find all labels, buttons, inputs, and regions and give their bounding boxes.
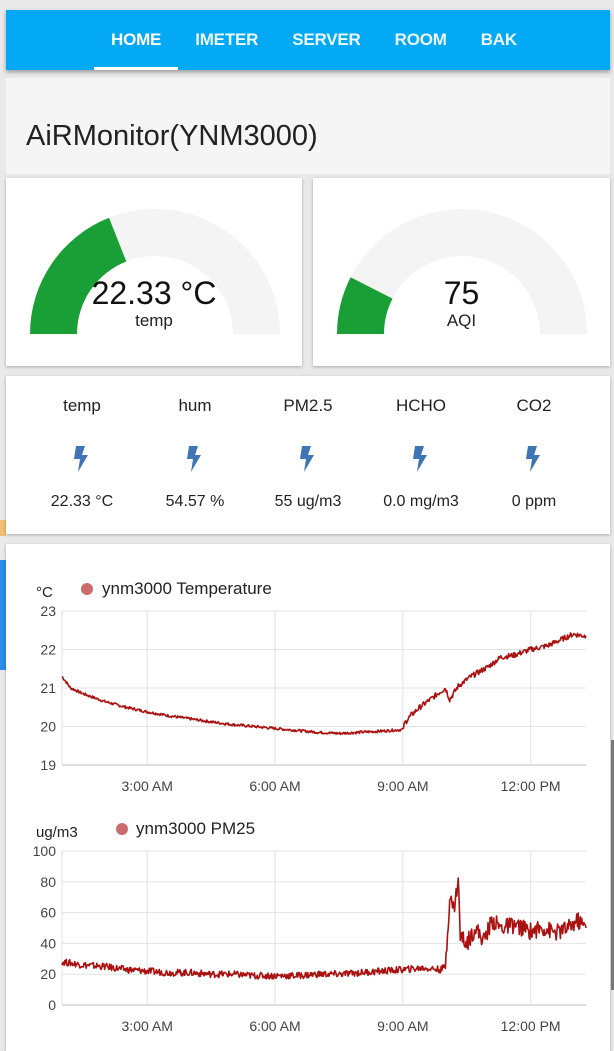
title-panel: AiRMonitor(YNM3000) xyxy=(6,78,610,174)
y-tick-label: 100 xyxy=(33,843,57,859)
sensor-name: HCHO xyxy=(395,396,447,415)
series-line xyxy=(61,877,587,980)
page-title: AiRMonitor(YNM3000) xyxy=(26,120,318,152)
charts-card: °C ynm3000 Temperature ug/m3 ynm3000 PM2… xyxy=(6,544,610,1051)
lightning-icon xyxy=(187,446,201,472)
aqi-gauge-card: 75 AQI xyxy=(313,178,610,366)
y-tick-label: 60 xyxy=(40,905,56,921)
sensor-value: 0 ppm xyxy=(511,493,557,510)
lightning-icon xyxy=(413,446,427,472)
nav-tabs: HOME IMETER SERVER ROOM BAK xyxy=(94,10,534,70)
lightning-icon xyxy=(300,446,314,472)
sensor-co2[interactable]: CO2 0 ppm xyxy=(474,376,594,534)
sensor-temp[interactable]: temp 22.33 °C xyxy=(22,376,142,534)
sensor-pm25[interactable]: PM2.5 55 ug/m3 xyxy=(248,376,368,534)
lightning-icon xyxy=(74,446,88,472)
tab-server[interactable]: SERVER xyxy=(275,10,377,70)
charts-svg: 19202122233:00 AM 6:00 AM 9:00 AM 12:00 PM … xyxy=(33,603,587,1034)
y-tick-label: 23 xyxy=(40,603,56,619)
gauge-label: AQI xyxy=(446,311,477,330)
x-tick-label: 9:00 AM xyxy=(377,1018,428,1034)
x-tick-label: 6:00 AM xyxy=(249,778,300,794)
temperature-chart[interactable]: 19 20 21 22 23 3:00 AM 6:00 AM 9:00 AM 12:00 PM xyxy=(40,603,587,794)
sensor-value: 54.57 % xyxy=(165,493,225,510)
gauge-value: 75 xyxy=(443,275,480,311)
y-tick-label: 20 xyxy=(40,966,56,982)
tab-room[interactable]: ROOM xyxy=(378,10,464,70)
top-navigation-bar: HOME IMETER SERVER ROOM BAK xyxy=(6,10,610,70)
x-tick-label: 6:00 AM xyxy=(249,1018,300,1034)
sensor-name: CO2 xyxy=(516,396,552,415)
tab-home[interactable]: HOME xyxy=(94,10,179,70)
x-tick-label: 3:00 AM xyxy=(122,1018,173,1034)
sensor-value: 22.33 °C xyxy=(50,493,114,510)
y-tick-label: 21 xyxy=(40,680,56,696)
sensor-value: 0.0 mg/m3 xyxy=(383,493,459,510)
sensor-hcho[interactable]: HCHO 0.0 mg/m3 xyxy=(361,376,481,534)
sensor-readings-card: temp 22.33 °C hum 54.57 % PM2.5 55 ug/m3… xyxy=(6,376,610,534)
pm25-chart[interactable]: 0 20 40 60 80 100 3:00 AM 6:00 AM 9:00 AM 12:00 P… xyxy=(33,843,587,1034)
y-tick-label: 0 xyxy=(48,997,56,1013)
x-tick-label: 12:00 PM xyxy=(501,778,561,794)
series-line xyxy=(61,632,587,736)
sensor-name: hum xyxy=(178,396,212,415)
y-tick-label: 19 xyxy=(40,757,56,773)
x-tick-label: 3:00 AM xyxy=(122,778,173,794)
y-tick-label: 22 xyxy=(40,642,56,658)
sensor-name: temp xyxy=(63,396,101,415)
y-tick-label: 40 xyxy=(40,935,56,951)
temperature-gauge xyxy=(30,209,280,334)
sensor-hum[interactable]: hum 54.57 % xyxy=(135,376,255,534)
y-tick-label: 20 xyxy=(40,719,56,735)
tab-bak[interactable]: BAK xyxy=(464,10,534,70)
lightning-icon xyxy=(526,446,540,472)
x-tick-label: 9:00 AM xyxy=(377,778,428,794)
sensor-value: 55 ug/m3 xyxy=(274,493,342,510)
gauge-value: 22.33 °C xyxy=(91,275,217,311)
aqi-gauge xyxy=(337,209,587,334)
gauge-label: temp xyxy=(135,311,173,330)
y-tick-label: 80 xyxy=(40,874,56,890)
temperature-gauge-card: 22.33 °C temp xyxy=(6,178,302,366)
sensor-name: PM2.5 xyxy=(283,396,333,415)
x-tick-label: 12:00 PM xyxy=(501,1018,561,1034)
tab-imeter[interactable]: IMETER xyxy=(178,10,275,70)
